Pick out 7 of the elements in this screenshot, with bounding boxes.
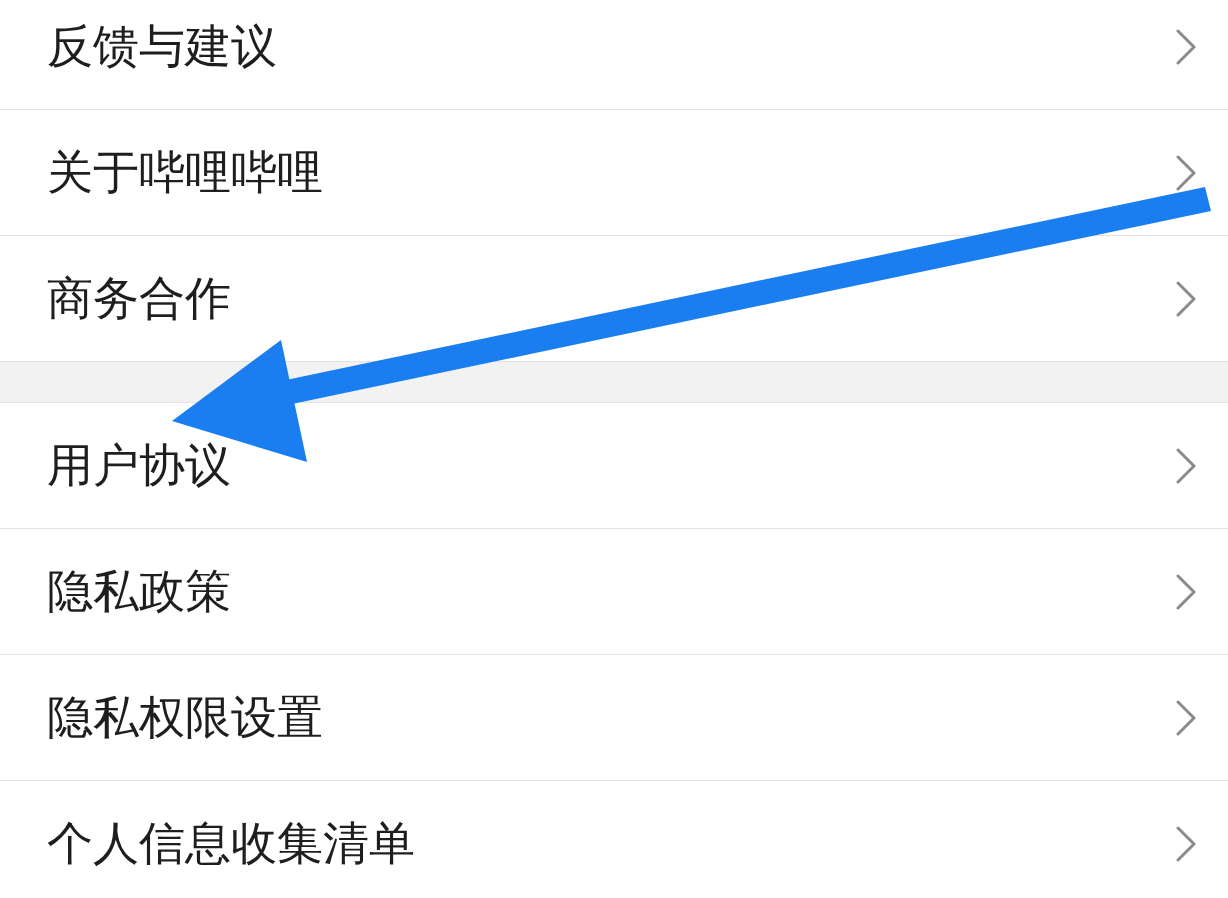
chevron-right-icon	[1176, 825, 1196, 862]
chevron-right-icon	[1176, 154, 1196, 191]
chevron-right-icon	[1176, 280, 1196, 317]
chevron-right-icon	[1176, 447, 1196, 484]
chevron-right-icon	[1176, 573, 1196, 610]
chevron-right-icon	[1176, 699, 1196, 736]
chevron-right-icon	[1176, 28, 1196, 65]
